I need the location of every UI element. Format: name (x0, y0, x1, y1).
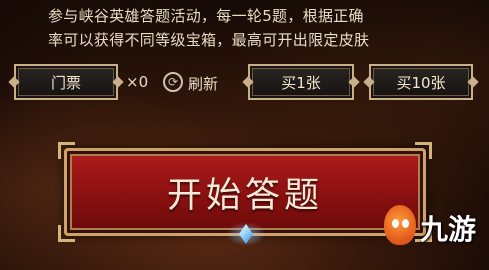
ticket-count: ×0 (126, 73, 149, 91)
refresh-label[interactable]: 刷新 (188, 73, 218, 94)
description-line-2: 率可以获得不同等级宝箱，最高可开出限定皮肤 (48, 31, 370, 49)
buy-1-label: 买1张 (281, 73, 321, 92)
activity-description: 参与峡谷英雄答题活动，每一轮5题，根据正确 率可以获得不同等级宝箱，最高可开出限… (48, 4, 448, 52)
frame-corner-ornament (415, 142, 432, 159)
ticket-label: 门票 (50, 73, 81, 92)
refresh-icon[interactable]: ⟳ (163, 72, 183, 92)
buy-10-label: 买10张 (396, 73, 446, 92)
jiuyou-mascot-icon (384, 205, 416, 245)
ticket-button[interactable]: 门票 (14, 64, 118, 100)
description-line-1: 参与峡谷英雄答题活动，每一轮5题，根据正确 (48, 7, 364, 25)
frame-corner-ornament (58, 142, 75, 159)
jiuyou-logo-text: 九游 (420, 213, 477, 246)
frame-corner-ornament (58, 225, 75, 242)
buy-10-tickets-button[interactable]: 买10张 (369, 64, 473, 100)
start-quiz-label: 开始答题 (166, 175, 323, 216)
buy-1-ticket-button[interactable]: 买1张 (248, 64, 354, 100)
